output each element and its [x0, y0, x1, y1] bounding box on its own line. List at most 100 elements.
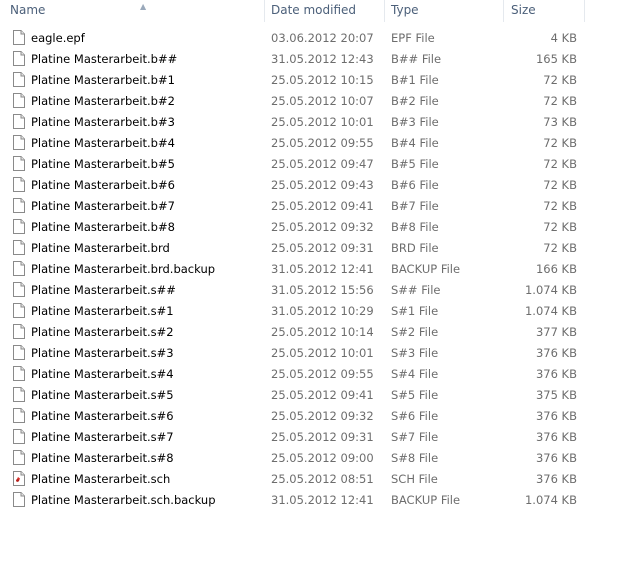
sort-ascending-icon: ▲ — [140, 2, 147, 11]
file-row[interactable]: Platine Masterarbeit.s#1 31.05.2012 10:29… — [0, 301, 638, 322]
file-name: Platine Masterarbeit.brd.backup — [31, 262, 216, 276]
file-icon — [13, 492, 25, 507]
file-date-modified: 25.05.2012 10:07 — [271, 94, 374, 108]
file-name: Platine Masterarbeit.sch.backup — [31, 493, 216, 507]
file-row[interactable]: Platine Masterarbeit.brd 25.05.2012 09:31… — [0, 238, 638, 259]
file-row[interactable]: Platine Masterarbeit.b#1 25.05.2012 10:15… — [0, 70, 638, 91]
file-size: 376 KB — [535, 430, 577, 444]
file-icon — [13, 51, 25, 66]
file-size: 4 KB — [550, 31, 577, 45]
file-row[interactable]: Platine Masterarbeit.s#6 25.05.2012 09:32… — [0, 406, 638, 427]
file-date-modified: 25.05.2012 09:43 — [271, 178, 374, 192]
file-icon — [13, 282, 25, 297]
file-row[interactable]: Platine Masterarbeit.s#4 25.05.2012 09:55… — [0, 364, 638, 385]
file-date-modified: 25.05.2012 09:31 — [271, 241, 374, 255]
file-row[interactable]: Platine Masterarbeit.b#2 25.05.2012 10:07… — [0, 91, 638, 112]
file-row[interactable]: Platine Masterarbeit.s#7 25.05.2012 09:31… — [0, 427, 638, 448]
file-icon — [13, 324, 25, 339]
file-icon — [13, 366, 25, 381]
file-icon — [13, 387, 25, 402]
file-row[interactable]: Platine Masterarbeit.b#4 25.05.2012 09:55… — [0, 133, 638, 154]
file-date-modified: 25.05.2012 10:15 — [271, 73, 374, 87]
file-name: Platine Masterarbeit.b#6 — [31, 178, 175, 192]
file-name: Platine Masterarbeit.s#4 — [31, 367, 174, 381]
file-name: Platine Masterarbeit.b#4 — [31, 136, 175, 150]
file-date-modified: 25.05.2012 09:55 — [271, 136, 374, 150]
file-icon — [13, 219, 25, 234]
column-header-date-modified[interactable]: Date modified — [271, 0, 383, 22]
file-row[interactable]: Platine Masterarbeit.sch 25.05.2012 08:51… — [0, 469, 638, 490]
file-icon — [13, 114, 25, 129]
file-row[interactable]: Platine Masterarbeit.s#8 25.05.2012 09:00… — [0, 448, 638, 469]
file-icon — [13, 156, 25, 171]
file-date-modified: 25.05.2012 08:51 — [271, 472, 374, 486]
column-divider[interactable] — [264, 0, 265, 22]
file-date-modified: 25.05.2012 10:01 — [271, 346, 374, 360]
column-header-type-label: Type — [391, 3, 419, 17]
file-size: 376 KB — [535, 367, 577, 381]
file-date-modified: 25.05.2012 09:41 — [271, 199, 374, 213]
file-icon — [13, 450, 25, 465]
file-row[interactable]: Platine Masterarbeit.s#5 25.05.2012 09:41… — [0, 385, 638, 406]
column-header-size-label: Size — [511, 3, 536, 17]
file-date-modified: 25.05.2012 10:01 — [271, 115, 374, 129]
file-size: 72 KB — [543, 220, 577, 234]
file-size: 72 KB — [543, 94, 577, 108]
file-date-modified: 25.05.2012 09:55 — [271, 367, 374, 381]
file-name: Platine Masterarbeit.s#2 — [31, 325, 174, 339]
file-size: 377 KB — [535, 325, 577, 339]
file-icon — [13, 261, 25, 276]
file-date-modified: 31.05.2012 12:41 — [271, 262, 374, 276]
file-name: Platine Masterarbeit.s## — [31, 283, 176, 297]
column-divider[interactable] — [584, 0, 585, 22]
file-icon — [13, 135, 25, 150]
file-row[interactable]: Platine Masterarbeit.sch.backup 31.05.201… — [0, 490, 638, 511]
file-date-modified: 25.05.2012 09:32 — [271, 409, 374, 423]
file-row[interactable]: Platine Masterarbeit.b#7 25.05.2012 09:41… — [0, 196, 638, 217]
file-row[interactable]: Platine Masterarbeit.s#2 25.05.2012 10:14… — [0, 322, 638, 343]
column-header-type[interactable]: Type — [391, 0, 503, 22]
file-date-modified: 03.06.2012 20:07 — [271, 31, 374, 45]
file-name: Platine Masterarbeit.b#7 — [31, 199, 175, 213]
file-size: 72 KB — [543, 136, 577, 150]
file-size: 1.074 KB — [524, 493, 577, 507]
file-row[interactable]: Platine Masterarbeit.s## 31.05.2012 15:56… — [0, 280, 638, 301]
file-name: Platine Masterarbeit.s#5 — [31, 388, 174, 402]
column-header-size[interactable]: Size — [511, 0, 581, 22]
column-header-name-label: Name — [10, 3, 46, 17]
file-row[interactable]: Platine Masterarbeit.b#3 25.05.2012 10:01… — [0, 112, 638, 133]
column-divider[interactable] — [384, 0, 385, 22]
file-size: 376 KB — [535, 472, 577, 486]
file-icon — [13, 198, 25, 213]
file-icon — [13, 30, 25, 45]
file-icon — [13, 345, 25, 360]
file-size: 376 KB — [535, 409, 577, 423]
file-name: Platine Masterarbeit.b#8 — [31, 220, 175, 234]
file-name: Platine Masterarbeit.b#5 — [31, 157, 175, 171]
file-size: 73 KB — [543, 115, 577, 129]
file-size: 375 KB — [535, 388, 577, 402]
file-row[interactable]: Platine Masterarbeit.b#6 25.05.2012 09:43… — [0, 175, 638, 196]
file-size: 72 KB — [543, 199, 577, 213]
file-row[interactable]: Platine Masterarbeit.s#3 25.05.2012 10:01… — [0, 343, 638, 364]
file-row[interactable]: eagle.epf 03.06.2012 20:07 EPF File 4 KB — [0, 28, 638, 49]
file-date-modified: 25.05.2012 09:31 — [271, 430, 374, 444]
file-row[interactable]: Platine Masterarbeit.b## 31.05.2012 12:43… — [0, 49, 638, 70]
file-name: Platine Masterarbeit.sch — [31, 472, 171, 486]
column-divider[interactable] — [503, 0, 504, 22]
file-icon — [13, 303, 25, 318]
eagle-schematic-icon — [13, 471, 25, 486]
file-row[interactable]: Platine Masterarbeit.brd.backup 31.05.201… — [0, 259, 638, 280]
file-size: 166 KB — [535, 262, 577, 276]
file-date-modified: 31.05.2012 12:43 — [271, 52, 374, 66]
file-icon — [13, 93, 25, 108]
file-list: eagle.epf 03.06.2012 20:07 EPF File 4 KB Pla… — [0, 28, 638, 511]
file-name: Platine Masterarbeit.b#2 — [31, 94, 175, 108]
file-name: Platine Masterarbeit.s#8 — [31, 451, 174, 465]
file-size: 376 KB — [535, 451, 577, 465]
column-header-name[interactable]: Name ▲ — [10, 0, 265, 22]
file-name: Platine Masterarbeit.s#1 — [31, 304, 174, 318]
file-row[interactable]: Platine Masterarbeit.b#8 25.05.2012 09:32… — [0, 217, 638, 238]
file-row[interactable]: Platine Masterarbeit.b#5 25.05.2012 09:47… — [0, 154, 638, 175]
file-name: eagle.epf — [31, 31, 85, 45]
